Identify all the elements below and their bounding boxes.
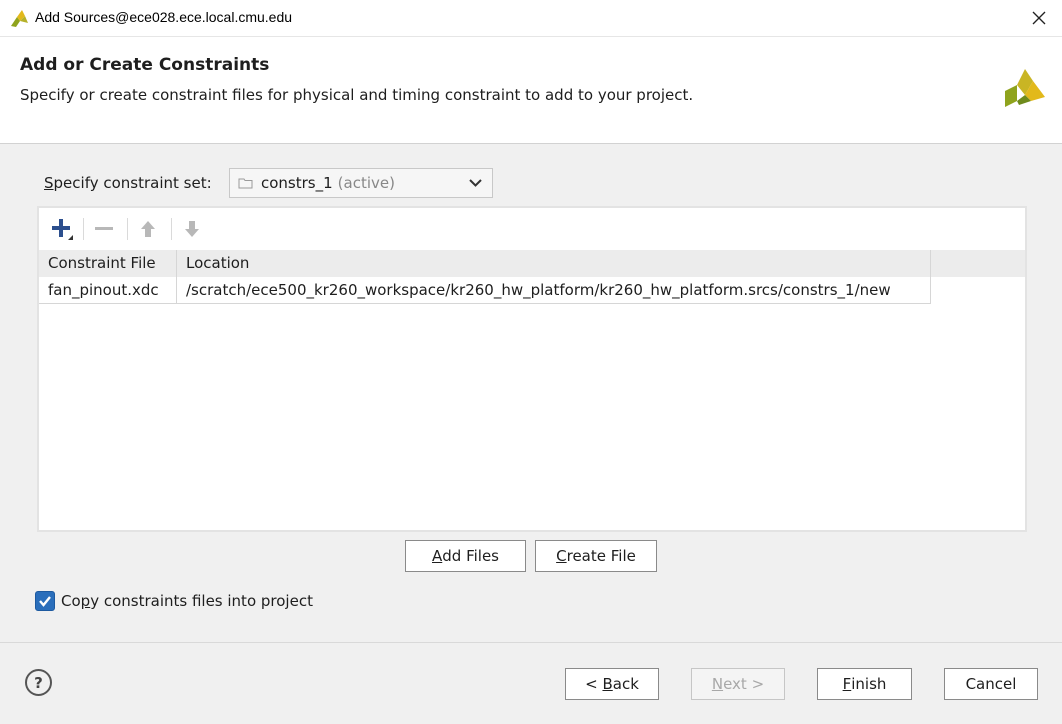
vivado-app-icon	[11, 10, 28, 27]
constraint-files-table: Constraint File Location fan_pinout.xdc …	[39, 250, 1025, 304]
location-cell: /scratch/ece500_kr260_workspace/kr260_hw…	[177, 277, 931, 304]
window-title: Add Sources@ece028.ece.local.cmu.edu	[35, 9, 293, 25]
finish-button[interactable]: Finish	[817, 668, 912, 700]
close-button[interactable]	[1016, 0, 1062, 36]
constraint-files-panel: Constraint File Location fan_pinout.xdc …	[37, 206, 1027, 532]
copy-constraints-checkbox[interactable]	[35, 591, 55, 611]
constraint-set-value: constrs_1	[261, 174, 333, 192]
close-icon	[1032, 11, 1046, 25]
wizard-header: Add or Create Constraints Specify or cre…	[0, 36, 1062, 144]
window-titlebar: Add Sources@ece028.ece.local.cmu.edu	[0, 0, 1062, 36]
move-up-button[interactable]	[135, 216, 161, 242]
add-button[interactable]	[48, 216, 74, 242]
column-header-location[interactable]: Location	[177, 250, 931, 277]
table-header: Constraint File Location	[39, 250, 1025, 277]
checkmark-icon	[39, 596, 51, 607]
files-toolbar	[39, 208, 1025, 248]
toolbar-separator	[171, 218, 172, 240]
constraint-file-cell: fan_pinout.xdc	[39, 277, 177, 304]
cancel-button[interactable]: Cancel	[944, 668, 1038, 700]
next-button[interactable]: Next >	[691, 668, 785, 700]
constraint-set-dropdown[interactable]: constrs_1 (active)	[229, 168, 493, 198]
folder-icon	[238, 178, 253, 189]
add-icon	[52, 219, 73, 240]
chevron-down-icon	[469, 179, 482, 187]
page-subtitle: Specify or create constraint files for p…	[20, 86, 694, 104]
back-button[interactable]: < Back	[565, 668, 659, 700]
table-row[interactable]: fan_pinout.xdc /scratch/ece500_kr260_wor…	[39, 277, 1025, 304]
add-files-button[interactable]: Add Files	[405, 540, 526, 572]
move-down-icon	[185, 221, 199, 237]
help-button[interactable]: ?	[25, 669, 52, 696]
page-title: Add or Create Constraints	[20, 55, 270, 75]
constraint-set-label: Specify constraint set:	[44, 174, 212, 192]
move-down-button[interactable]	[179, 216, 205, 242]
vivado-logo-icon	[1005, 69, 1045, 107]
remove-icon	[95, 227, 113, 230]
toolbar-separator	[127, 218, 128, 240]
toolbar-separator	[83, 218, 84, 240]
move-up-icon	[141, 221, 155, 237]
constraint-set-active-tag: (active)	[337, 174, 395, 192]
remove-button[interactable]	[91, 216, 117, 242]
column-header-constraint-file[interactable]: Constraint File	[39, 250, 177, 277]
help-icon: ?	[34, 673, 43, 692]
copy-constraints-label[interactable]: Copy constraints files into project	[61, 592, 313, 610]
create-file-button[interactable]: Create File	[535, 540, 657, 572]
